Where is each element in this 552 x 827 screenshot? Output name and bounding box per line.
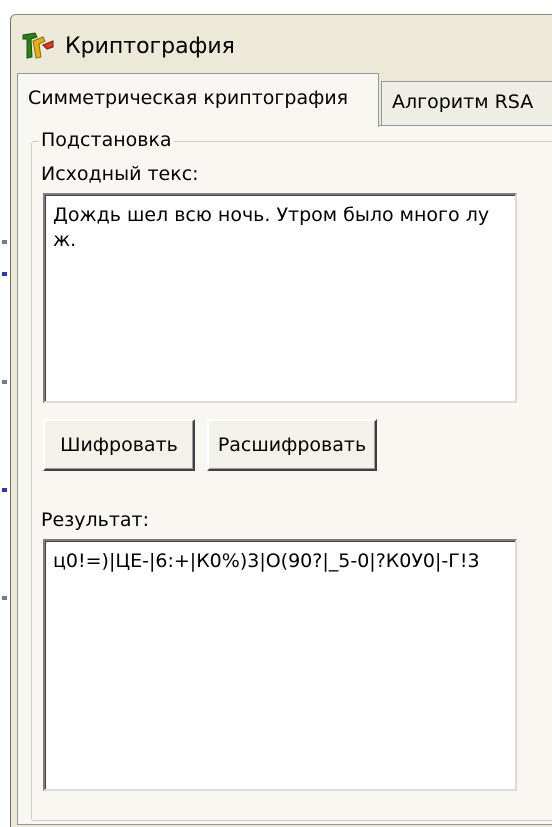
tab-symmetric-cryptography[interactable]: Симметрическая криптография bbox=[17, 73, 379, 127]
background-fragment bbox=[2, 272, 7, 276]
background-fragment bbox=[2, 488, 7, 492]
encrypt-button[interactable]: Шифровать bbox=[43, 419, 195, 471]
background-fragment bbox=[2, 380, 7, 384]
background-fragment bbox=[2, 596, 7, 600]
source-text-label: Исходный текс: bbox=[41, 163, 199, 185]
title-bar[interactable]: Криптография bbox=[11, 15, 552, 73]
group-title: Подстановка bbox=[39, 129, 174, 151]
background-fragment bbox=[2, 240, 7, 244]
tab-rsa-algorithm[interactable]: Алгоритм RSA bbox=[381, 81, 552, 125]
source-text-input[interactable]: Дождь шел всю ночь. Утром было много луж… bbox=[43, 193, 517, 403]
app-icon bbox=[21, 31, 55, 61]
result-text-output[interactable]: ц0!=)|ЦЕ-|6:+|К0%)3|О(90?|_5-0|?К0У0|-Г!… bbox=[43, 539, 517, 791]
app-window: Криптография Симметрическая криптография… bbox=[10, 14, 552, 827]
result-label: Результат: bbox=[41, 509, 150, 531]
decrypt-button[interactable]: Расшифровать bbox=[207, 419, 377, 471]
window-title: Криптография bbox=[65, 34, 235, 59]
